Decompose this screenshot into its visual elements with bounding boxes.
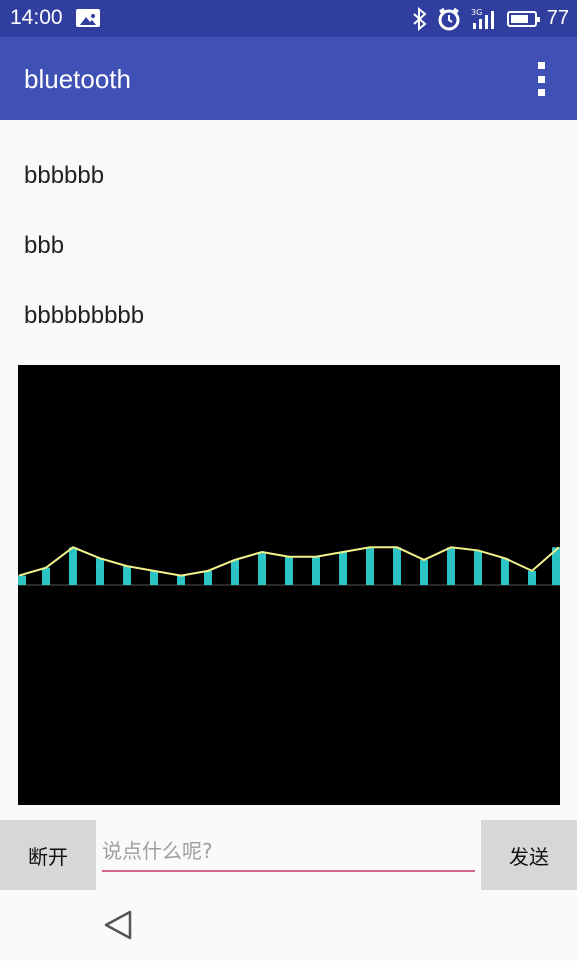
message-item: bbbbbbbbb xyxy=(24,302,145,329)
message-item: bbb xyxy=(24,232,65,259)
chart-bar xyxy=(69,547,77,585)
send-button[interactable]: 发送 xyxy=(481,820,577,890)
status-time: 14:00 xyxy=(10,6,63,29)
chart-bar xyxy=(528,570,536,585)
page-title: bluetooth xyxy=(24,64,131,94)
chart-bar xyxy=(258,552,266,585)
chart-bar xyxy=(177,575,185,585)
chart-bar xyxy=(204,570,212,585)
battery-icon xyxy=(506,10,540,27)
gallery-icon xyxy=(76,9,100,27)
message-input-row: 断开 发送 xyxy=(0,820,577,890)
chart-bar xyxy=(474,550,482,585)
waveform-svg xyxy=(18,546,560,586)
app-bar: bluetooth xyxy=(0,37,577,120)
chart-bar xyxy=(231,559,239,585)
chart-bar xyxy=(150,570,158,585)
battery-fill xyxy=(510,14,528,23)
disconnect-button[interactable]: 断开 xyxy=(0,820,96,890)
chart-bar xyxy=(366,547,374,585)
overflow-menu-icon[interactable] xyxy=(533,62,549,96)
chart-bar xyxy=(501,558,509,585)
chart-bar xyxy=(393,547,401,585)
back-triangle-icon[interactable] xyxy=(102,908,136,942)
chart-bar xyxy=(18,575,26,585)
chart-bar xyxy=(312,556,320,585)
chart-bar xyxy=(42,567,50,585)
battery-percentage: 77 xyxy=(546,7,569,29)
status-icons: 3G 77 xyxy=(413,5,569,32)
chart-bar xyxy=(420,559,428,585)
chart-bar xyxy=(339,552,347,585)
chart-bar xyxy=(123,566,131,585)
waveform-chart xyxy=(18,365,560,805)
chart-bar xyxy=(96,558,104,585)
signal-3g-icon: 3G xyxy=(471,8,497,30)
alarm-icon xyxy=(437,7,461,31)
bluetooth-icon xyxy=(413,6,427,31)
message-item: bbbbbb xyxy=(24,162,105,189)
message-input[interactable] xyxy=(102,832,475,872)
chart-bar xyxy=(285,556,293,585)
chart-bar xyxy=(447,547,455,585)
status-bar: 14:00 3G 77 xyxy=(0,0,577,37)
navigation-bar xyxy=(0,890,577,961)
network-type-label: 3G xyxy=(471,8,482,17)
